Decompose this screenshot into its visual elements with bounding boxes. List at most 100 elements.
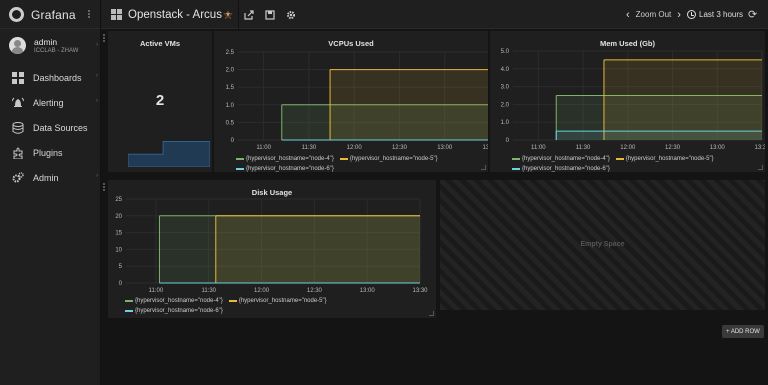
x-tick-label: 13:30: [754, 145, 765, 151]
y-tick-label: 2.0: [501, 102, 510, 108]
x-tick-label: 13:00: [437, 145, 453, 151]
dashboards-icon: [11, 71, 25, 85]
x-tick-label: 12:30: [307, 288, 323, 294]
panel-disk-usage[interactable]: Disk Usage 0 5 10 15 20 25 11:00 11:30 12:00 12:3…: [103, 180, 436, 318]
chart-legend: {hypervisor_hostname="node-4"} {hypervis…: [512, 154, 720, 174]
empty-space-placeholder[interactable]: Empty Space: [440, 180, 765, 310]
disk-chart[interactable]: 0 5 10 15 20 25 11:00 11:30 12:00 12:30 13:00 13:30: [108, 180, 436, 296]
row-drag-handle-icon[interactable]: [103, 183, 106, 191]
panel-mem-used[interactable]: Mem Used (Gb) 0 1.0 2.0 3.0 4.0 5.0 11:00 11:30…: [490, 31, 765, 172]
chevron-right-icon: ›: [96, 42, 98, 48]
user-name: admin: [34, 37, 58, 47]
time-range-picker[interactable]: Last 3 hours: [687, 0, 743, 29]
grafana-logo-icon: [9, 7, 24, 22]
chevron-right-icon: ›: [96, 98, 98, 104]
y-tick-label: 25: [115, 197, 122, 203]
legend-item-node-4[interactable]: {hypervisor_hostname="node-4"}: [512, 156, 610, 162]
sparkline: [128, 141, 210, 167]
zoom-out-button[interactable]: Zoom Out: [636, 10, 672, 19]
refresh-icon[interactable]: ⟳: [748, 0, 757, 29]
x-tick-label: 12:00: [254, 288, 270, 294]
legend-item-node-5[interactable]: {hypervisor_hostname="node-5"}: [228, 298, 327, 304]
x-tick-label: 13:30: [412, 288, 428, 294]
legend-item-node-6[interactable]: {hypervisor_hostname="node-6"}: [236, 166, 334, 172]
sidebar-drag-handle-icon: [88, 10, 92, 18]
admin-gears-icon: [11, 171, 25, 185]
sidebar-item-plugins[interactable]: Plugins: [0, 140, 101, 165]
x-tick-label: 13:00: [710, 145, 726, 151]
panel-resize-handle[interactable]: [481, 165, 486, 170]
y-tick-label: 2.5: [226, 50, 235, 56]
x-tick-label: 11:30: [201, 288, 216, 294]
y-tick-label: 1.0: [501, 120, 510, 126]
y-tick-label: 0: [231, 138, 235, 144]
sidebar-item-alerting[interactable]: Alerting ›: [0, 90, 101, 115]
y-tick-label: 1.0: [226, 103, 235, 109]
time-range-label: Last 3 hours: [699, 10, 744, 19]
share-icon[interactable]: [239, 0, 259, 29]
chevron-right-icon: ›: [96, 73, 98, 79]
x-tick-label: 12:00: [620, 145, 636, 151]
legend-item-node-4[interactable]: {hypervisor_hostname="node-4"}: [236, 156, 334, 162]
y-tick-label: 2.0: [226, 68, 235, 74]
y-tick-label: 5.0: [501, 49, 510, 55]
sidebar-item-label: Plugins: [33, 147, 63, 158]
alerting-bell-icon: [11, 96, 25, 110]
legend-item-node-5[interactable]: {hypervisor_hostname="node-5"}: [615, 156, 714, 162]
y-tick-label: 0: [119, 281, 123, 287]
panel-vcpus-used[interactable]: VCPUs Used 0 0.5 1.0 1.5 2.0 2.5 11:00 11:30 12:…: [214, 31, 488, 172]
time-forward-chevron-icon[interactable]: ›: [677, 9, 681, 21]
dashboard-grid-icon: [111, 9, 122, 20]
sidebar-item-admin[interactable]: Admin ›: [0, 165, 101, 190]
add-row-button[interactable]: + ADD ROW: [722, 325, 764, 338]
x-tick-label: 11:30: [576, 145, 591, 151]
y-tick-label: 0: [506, 138, 510, 144]
legend-item-node-5[interactable]: {hypervisor_hostname="node-5"}: [339, 156, 438, 162]
y-tick-label: 1.5: [226, 85, 235, 91]
clock-icon: [687, 10, 696, 19]
series-node-5-area: [603, 59, 762, 140]
y-tick-label: 20: [115, 214, 122, 220]
chart-legend: {hypervisor_hostname="node-4"} {hypervis…: [125, 296, 333, 316]
y-tick-label: 10: [115, 247, 122, 253]
x-tick-label: 11:00: [149, 288, 164, 294]
row-drag-handle-icon[interactable]: [103, 34, 106, 42]
y-tick-label: 3.0: [501, 85, 510, 91]
sidebar-item-label: Data Sources: [33, 122, 88, 133]
legend-item-node-6[interactable]: {hypervisor_hostname="node-6"}: [512, 166, 610, 172]
legend-item-node-4[interactable]: {hypervisor_hostname="node-4"}: [125, 298, 223, 304]
sparkline-area: [128, 141, 210, 167]
settings-gear-icon[interactable]: [281, 0, 301, 29]
series-node-5-area: [215, 215, 420, 283]
panel-resize-handle[interactable]: [758, 165, 763, 170]
save-icon[interactable]: [260, 0, 280, 29]
x-tick-label: 13:30: [482, 145, 488, 151]
sidebar-item-data-sources[interactable]: Data Sources: [0, 115, 101, 140]
mem-chart[interactable]: 0 1.0 2.0 3.0 4.0 5.0 11:00 11:30 12:00 12:30 13:0…: [490, 31, 765, 151]
panel-active-vms[interactable]: Active VMs 2: [103, 31, 212, 172]
top-navbar: Grafana Openstack - Arcus ▾ ☆ ‹ Zoom Out…: [0, 0, 768, 29]
user-menu[interactable]: admin ICCLAB - ZHAW ›: [0, 29, 101, 65]
x-tick-label: 12:00: [347, 145, 363, 151]
sidebar-item-label: Dashboards: [33, 72, 82, 83]
chevron-right-icon: ›: [96, 173, 98, 179]
series-node-6-area: [556, 131, 762, 140]
time-back-chevron-icon[interactable]: ‹: [626, 9, 630, 21]
vcpus-chart[interactable]: 0 0.5 1.0 1.5 2.0 2.5 11:00 11:30 12:00 12:30 13:0…: [214, 31, 488, 151]
star-icon[interactable]: ☆: [218, 0, 238, 29]
sidebar-item-label: Admin: [33, 172, 59, 183]
x-tick-label: 12:30: [392, 145, 408, 151]
x-tick-label: 11:00: [531, 145, 546, 151]
legend-item-node-6[interactable]: {hypervisor_hostname="node-6"}: [125, 308, 223, 314]
brand-name: Grafana: [31, 7, 76, 22]
panel-resize-handle[interactable]: [429, 311, 434, 316]
x-tick-label: 11:00: [256, 145, 271, 151]
y-tick-label: 5: [119, 264, 123, 270]
sidebar: admin ICCLAB - ZHAW › Dashboards › Alert…: [0, 29, 101, 385]
grafana-menu-button[interactable]: Grafana: [0, 0, 101, 29]
sidebar-item-dashboards[interactable]: Dashboards ›: [0, 65, 101, 90]
chart-legend: {hypervisor_hostname="node-4"} {hypervis…: [236, 154, 444, 174]
zoom-out-control: ‹ Zoom Out ›: [620, 0, 687, 29]
y-tick-label: 0.5: [226, 120, 235, 126]
avatar: [9, 37, 26, 54]
